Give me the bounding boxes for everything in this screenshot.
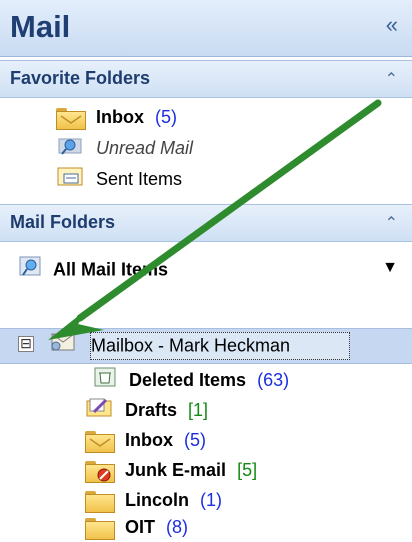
all-mail-items-icon (18, 254, 42, 287)
mail-folders-header[interactable]: Mail Folders ⌃ (0, 204, 412, 242)
inbox-count: (5) (184, 430, 207, 450)
drafts-icon (84, 396, 114, 427)
junk-email-label: Junk E-mail (125, 460, 227, 480)
folder-icon (84, 490, 115, 514)
folder-lincoln[interactable]: Lincoln (1) (84, 485, 222, 515)
collapse-pane-button[interactable]: « (386, 12, 398, 38)
folder-oit[interactable]: OIT (8) (84, 512, 188, 542)
oit-count: (8) (166, 517, 189, 537)
drafts-label: Drafts (125, 400, 178, 420)
junk-email-count: [5] (237, 460, 258, 480)
all-mail-items-label: All Mail Items (53, 259, 169, 280)
chevron-up-icon[interactable]: ⌃ (385, 69, 398, 89)
inbox-folder-icon (55, 107, 86, 131)
unread-mail-label: Unread Mail (96, 138, 194, 158)
inbox-folder-icon (84, 430, 115, 454)
lincoln-label: Lincoln (125, 490, 190, 510)
collapse-tree-icon[interactable]: ⊟ (18, 336, 34, 352)
search-folder-icon (55, 134, 85, 165)
sent-items-icon (55, 165, 85, 196)
mail-pane-header: Mail « (0, 0, 412, 57)
folder-junk-email[interactable]: Junk E-mail [5] (84, 455, 257, 485)
favorite-item-sent-items[interactable]: Sent Items (55, 164, 182, 194)
folder-drafts[interactable]: Drafts [1] (84, 395, 208, 425)
favorite-item-inbox[interactable]: Inbox (5) (55, 102, 177, 132)
all-mail-items[interactable]: All Mail Items (18, 254, 168, 284)
folder-inbox[interactable]: Inbox (5) (84, 425, 206, 455)
mail-folders-title: Mail Folders (10, 212, 116, 232)
folder-deleted-items[interactable]: Deleted Items (63) (92, 365, 289, 395)
mailbox-node[interactable]: Mailbox - Mark Heckman (46, 330, 290, 360)
favorite-inbox-count: (5) (155, 107, 178, 127)
drafts-count: [1] (188, 400, 209, 420)
oit-label: OIT (125, 517, 156, 537)
chevron-down-icon[interactable]: ▼ (382, 259, 398, 277)
pane-title: Mail (10, 9, 71, 44)
favorite-inbox-label: Inbox (96, 107, 145, 127)
junk-folder-icon (84, 460, 115, 484)
deleted-items-icon (92, 366, 118, 397)
favorite-item-unread-mail[interactable]: Unread Mail (55, 133, 193, 163)
favorite-folders-header[interactable]: Favorite Folders ⌃ (0, 60, 412, 98)
favorite-folders-title: Favorite Folders (10, 68, 151, 88)
sent-items-label: Sent Items (96, 169, 183, 189)
mailbox-label: Mailbox - Mark Heckman (91, 335, 291, 356)
inbox-label: Inbox (125, 430, 174, 450)
lincoln-count: (1) (200, 490, 223, 510)
deleted-items-label: Deleted Items (129, 370, 247, 390)
chevron-up-icon[interactable]: ⌃ (385, 213, 398, 233)
mailbox-icon (46, 330, 80, 363)
deleted-items-count: (63) (257, 370, 290, 390)
folder-icon (84, 517, 115, 541)
